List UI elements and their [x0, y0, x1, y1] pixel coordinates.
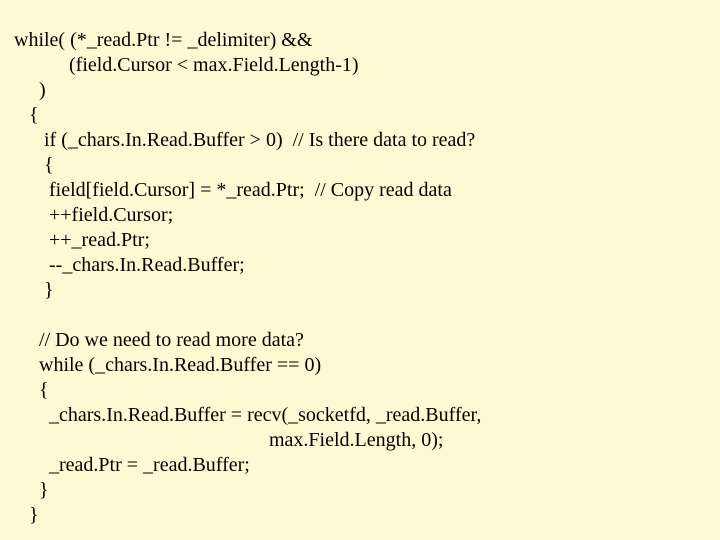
code-block: while( (*_read.Ptr != _delimiter) && (fi…: [0, 0, 720, 528]
